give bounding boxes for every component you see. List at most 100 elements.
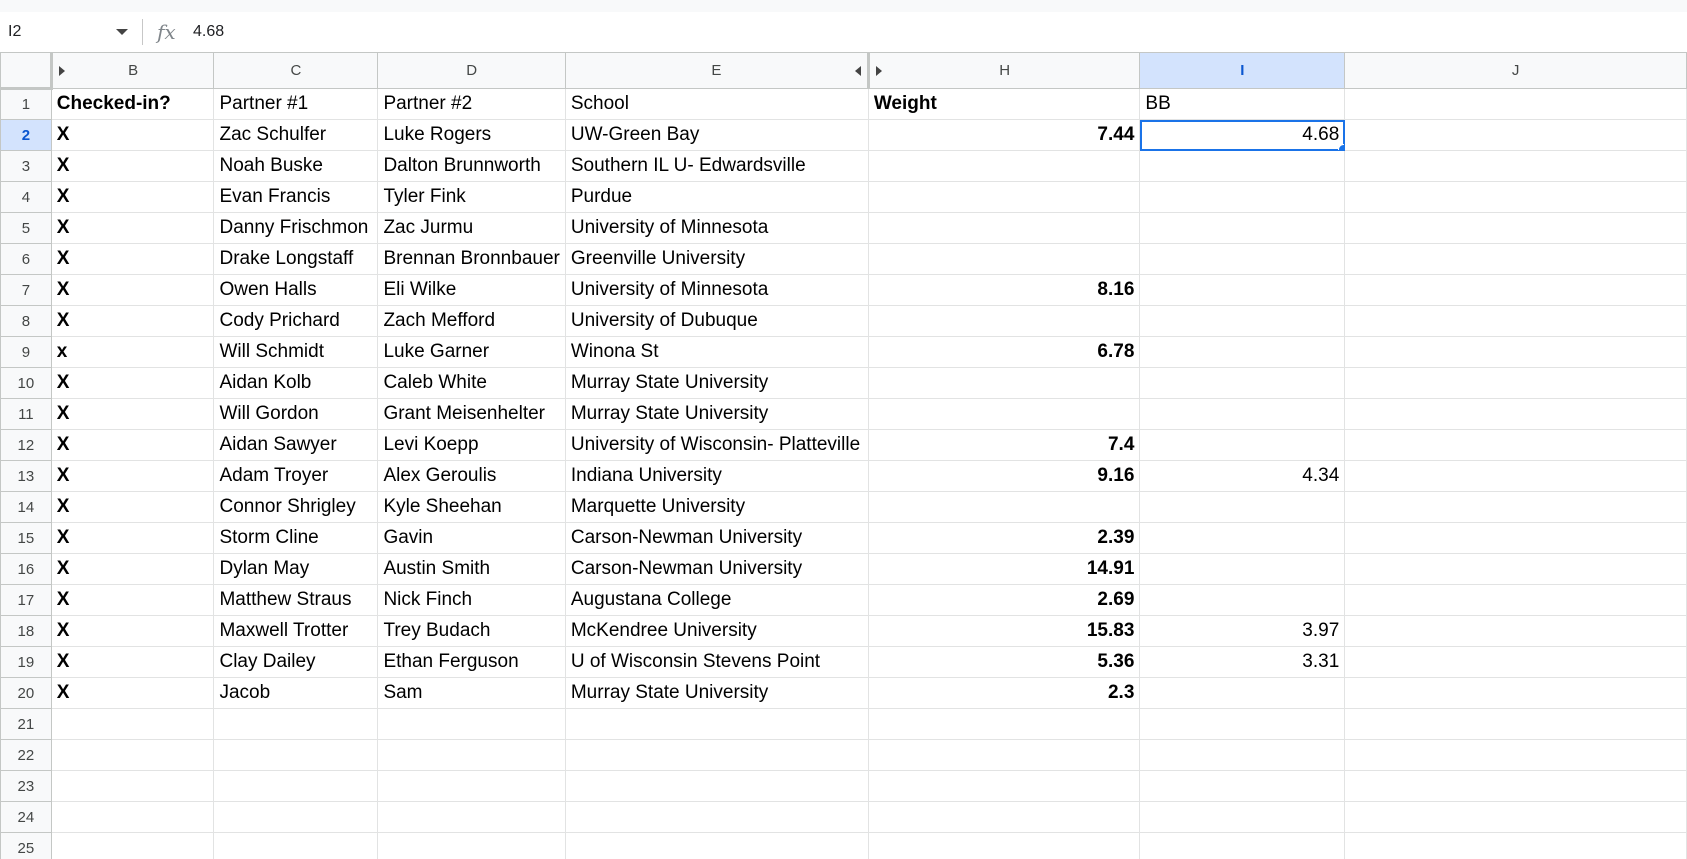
cell-j8[interactable]: [1344, 305, 1687, 337]
cell-d6[interactable]: Brennan Bronnbauer: [377, 243, 566, 275]
cell-e10[interactable]: Murray State University: [564, 367, 869, 399]
cell-h18[interactable]: 15.83: [867, 615, 1141, 647]
cell-d15[interactable]: Gavin: [377, 522, 566, 554]
column-header-c[interactable]: C: [213, 52, 379, 89]
cell-d22[interactable]: [377, 739, 566, 771]
expand-hidden-columns-icon[interactable]: [58, 66, 65, 76]
cell-b1[interactable]: Checked-in?: [50, 88, 215, 120]
cell-j1[interactable]: [1344, 88, 1687, 120]
formula-input[interactable]: 4.68: [193, 23, 224, 41]
cell-j6[interactable]: [1344, 243, 1687, 275]
cell-i9[interactable]: [1139, 336, 1346, 368]
row-header[interactable]: 22: [0, 739, 52, 771]
cell-j12[interactable]: [1344, 429, 1687, 461]
cell-i6[interactable]: [1139, 243, 1346, 275]
cell-e2[interactable]: UW-Green Bay: [564, 119, 869, 151]
cell-i3[interactable]: [1139, 150, 1346, 182]
cell-e19[interactable]: U of Wisconsin Stevens Point: [564, 646, 869, 678]
cell-c14[interactable]: Connor Shrigley: [213, 491, 379, 523]
cell-j11[interactable]: [1344, 398, 1687, 430]
row-header[interactable]: 13: [0, 460, 52, 492]
cell-h17[interactable]: 2.69: [867, 584, 1141, 616]
cell-b14[interactable]: X: [50, 491, 215, 523]
cell-j10[interactable]: [1344, 367, 1687, 399]
cell-h19[interactable]: 5.36: [867, 646, 1141, 678]
cell-h4[interactable]: [867, 181, 1141, 213]
cell-b24[interactable]: [50, 801, 215, 833]
cell-i18[interactable]: 3.97: [1139, 615, 1346, 647]
cell-i2[interactable]: 4.68: [1139, 119, 1346, 151]
cell-c5[interactable]: Danny Frischmon: [213, 212, 379, 244]
cell-c24[interactable]: [213, 801, 379, 833]
row-header[interactable]: 2: [0, 119, 52, 151]
cell-j22[interactable]: [1344, 739, 1687, 771]
row-header[interactable]: 15: [0, 522, 52, 554]
cell-b22[interactable]: [50, 739, 215, 771]
cell-i22[interactable]: [1139, 739, 1346, 771]
cell-b23[interactable]: [50, 770, 215, 802]
cell-b11[interactable]: X: [50, 398, 215, 430]
cell-b9[interactable]: x: [50, 336, 215, 368]
cell-i4[interactable]: [1139, 181, 1346, 213]
column-header-j[interactable]: J: [1344, 52, 1687, 89]
cell-j19[interactable]: [1344, 646, 1687, 678]
cell-j4[interactable]: [1344, 181, 1687, 213]
cell-d24[interactable]: [377, 801, 566, 833]
cell-c9[interactable]: Will Schmidt: [213, 336, 379, 368]
cell-e21[interactable]: [564, 708, 869, 740]
row-header[interactable]: 17: [0, 584, 52, 616]
row-header[interactable]: 4: [0, 181, 52, 213]
cell-d13[interactable]: Alex Geroulis: [377, 460, 566, 492]
cell-e20[interactable]: Murray State University: [564, 677, 869, 709]
cell-b15[interactable]: X: [50, 522, 215, 554]
cell-e8[interactable]: University of Dubuque: [564, 305, 869, 337]
cell-b13[interactable]: X: [50, 460, 215, 492]
cell-j14[interactable]: [1344, 491, 1687, 523]
cell-i19[interactable]: 3.31: [1139, 646, 1346, 678]
cell-b20[interactable]: X: [50, 677, 215, 709]
cell-d5[interactable]: Zac Jurmu: [377, 212, 566, 244]
cell-e5[interactable]: University of Minnesota: [564, 212, 869, 244]
cell-h16[interactable]: 14.91: [867, 553, 1141, 585]
cell-j23[interactable]: [1344, 770, 1687, 802]
cell-i1[interactable]: BB: [1139, 88, 1346, 120]
cell-j20[interactable]: [1344, 677, 1687, 709]
cell-d18[interactable]: Trey Budach: [377, 615, 566, 647]
cell-h6[interactable]: [867, 243, 1141, 275]
cell-j18[interactable]: [1344, 615, 1687, 647]
cell-i16[interactable]: [1139, 553, 1346, 585]
cell-j21[interactable]: [1344, 708, 1687, 740]
row-header[interactable]: 1: [0, 88, 52, 120]
cell-b25[interactable]: [50, 832, 215, 859]
cell-e22[interactable]: [564, 739, 869, 771]
cell-d9[interactable]: Luke Garner: [377, 336, 566, 368]
cell-b6[interactable]: X: [50, 243, 215, 275]
row-header[interactable]: 5: [0, 212, 52, 244]
cell-e15[interactable]: Carson-Newman University: [564, 522, 869, 554]
cell-d21[interactable]: [377, 708, 566, 740]
expand-hidden-columns-left-icon[interactable]: [854, 66, 861, 76]
cell-j13[interactable]: [1344, 460, 1687, 492]
cell-c8[interactable]: Cody Prichard: [213, 305, 379, 337]
column-header-e[interactable]: E: [564, 52, 869, 89]
cell-h21[interactable]: [867, 708, 1141, 740]
cell-c4[interactable]: Evan Francis: [213, 181, 379, 213]
cell-i14[interactable]: [1139, 491, 1346, 523]
cell-j3[interactable]: [1344, 150, 1687, 182]
cell-i12[interactable]: [1139, 429, 1346, 461]
cell-d4[interactable]: Tyler Fink: [377, 181, 566, 213]
cell-c18[interactable]: Maxwell Trotter: [213, 615, 379, 647]
cell-c12[interactable]: Aidan Sawyer: [213, 429, 379, 461]
row-header[interactable]: 25: [0, 832, 52, 859]
row-header[interactable]: 23: [0, 770, 52, 802]
cell-b19[interactable]: X: [50, 646, 215, 678]
cell-b7[interactable]: X: [50, 274, 215, 306]
cell-b18[interactable]: X: [50, 615, 215, 647]
cell-e24[interactable]: [564, 801, 869, 833]
cell-c2[interactable]: Zac Schulfer: [213, 119, 379, 151]
cell-e11[interactable]: Murray State University: [564, 398, 869, 430]
cell-h9[interactable]: 6.78: [867, 336, 1141, 368]
cell-c15[interactable]: Storm Cline: [213, 522, 379, 554]
cell-h22[interactable]: [867, 739, 1141, 771]
cell-e23[interactable]: [564, 770, 869, 802]
